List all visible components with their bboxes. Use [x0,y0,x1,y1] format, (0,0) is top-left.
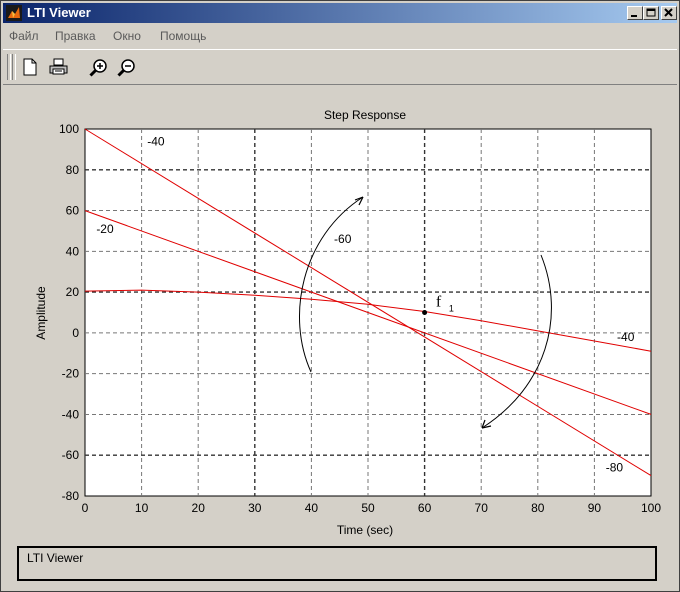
lti-viewer-window: LTI Viewer Файл Правка Окно Помощь Step … [0,0,680,592]
y-tick-label: 80 [66,163,80,177]
x-tick-label: 30 [248,501,262,515]
zoom-in-button[interactable] [87,55,109,79]
pole-label-subscript: 1 [449,303,454,313]
x-tick-label: 100 [641,501,661,515]
y-tick-label: 100 [59,122,79,136]
y-tick-label: -40 [62,407,80,421]
new-file-button[interactable] [19,55,41,79]
close-icon [664,8,673,17]
x-tick-label: 60 [418,501,432,515]
x-axis-label: Time (sec) [337,523,393,537]
annotation-label: -80 [606,461,624,475]
annotation-label: -40 [617,330,635,344]
chart-title: Step Response [324,108,406,122]
step-response-chart[interactable]: Step Response 0 10 20 30 40 50 60 70 80 90 1001008… [1,87,680,543]
new-file-icon [23,58,37,76]
pole-label: f [436,293,442,310]
maximize-button[interactable] [643,6,659,20]
zoom-in-icon [89,59,107,77]
menu-help[interactable]: Помощь [160,29,206,43]
annotation-label: -20 [96,222,114,236]
toolbar-grip[interactable] [7,54,11,80]
x-tick-label: 70 [475,501,489,515]
y-tick-label: 60 [66,204,80,218]
zoom-out-icon [117,59,135,77]
print-icon [49,58,68,75]
y-tick-label: 0 [72,326,79,340]
y-tick-label: -20 [62,367,80,381]
menu-bar: Файл Правка Окно Помощь [3,25,677,47]
print-button[interactable] [47,55,69,79]
x-tick-label: 50 [361,501,375,515]
minimize-button[interactable] [627,6,643,20]
annotation-label: -60 [334,232,352,246]
x-tick-label: 90 [588,501,602,515]
x-tick-label: 20 [192,501,206,515]
matlab-logo-icon [6,5,22,21]
toolbar-grip[interactable] [12,54,16,80]
zoom-out-button[interactable] [115,55,137,79]
annotation-label: -40 [147,134,165,148]
y-tick-label: -80 [62,489,80,503]
y-axis-label: Amplitude [34,286,48,340]
title-bar[interactable]: LTI Viewer [3,3,677,23]
toolbar [3,49,677,85]
status-bar: LTI Viewer [17,546,657,581]
y-tick-label: -60 [62,448,80,462]
maximize-icon [646,8,656,17]
menu-file[interactable]: Файл [9,29,39,43]
minimize-icon [631,15,637,17]
y-tick-label: 20 [66,285,80,299]
intersection-point[interactable] [422,310,428,315]
menu-edit[interactable]: Правка [55,29,96,43]
x-tick-label: 10 [135,501,149,515]
close-button[interactable] [661,6,677,20]
x-tick-label: 40 [305,501,319,515]
window-title: LTI Viewer [27,5,91,20]
y-tick-label: 40 [66,244,80,258]
x-tick-label: 0 [82,501,89,515]
x-tick-label: 80 [531,501,545,515]
status-text: LTI Viewer [27,551,84,565]
menu-window[interactable]: Окно [113,29,141,43]
